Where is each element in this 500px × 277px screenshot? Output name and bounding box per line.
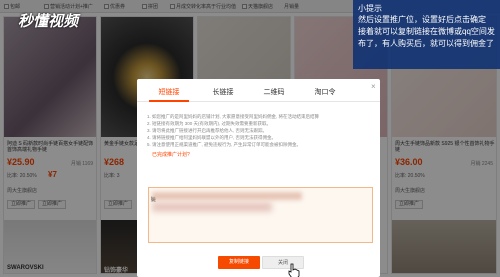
note-item: 1. 如您推广的是阿里妈妈的店铺计划, 大家愿意接受阿里妈妈佣金, 将在活动结束… (147, 114, 320, 119)
blurred-link-text (152, 192, 302, 200)
get-link-dialog: × 短链接 长链接 二维码 淘口令 1. 如您推广的是阿里妈妈的店铺计划, 大家… (137, 79, 380, 277)
tip-title: 小提示 (358, 4, 382, 13)
note-item: 2. 短链接有效期为 300 天(有效期内), 过期失效需要重新获取。 (147, 121, 272, 126)
link-textarea[interactable]: 链 (148, 187, 373, 243)
note-item: 3. 请勿将此推广链接进行开启再推荐给他人, 否则无法跟踪。 (147, 128, 268, 133)
hand-cursor-icon (288, 263, 300, 277)
tip-box: 小提示 然后设置推广位，设置好后点击确定 接着就可以复制链接在微博或qq空间发布… (353, 0, 500, 69)
note-item: 4. 请将链接推广给阿里妈妈联盟以外的用户, 否则无法获得佣金。 (147, 135, 277, 140)
tab-qr-code[interactable]: 二维码 (254, 87, 294, 97)
apply-plan-link[interactable]: 已完成推广计划? (152, 151, 190, 158)
tab-long-link[interactable]: 长链接 (203, 87, 243, 97)
note-item: 5. 请注意使用正规渠道推广, 避免违规行为, 产生异常订单可能会被扣除佣金。 (147, 142, 302, 147)
tip-body: 然后设置推广位，设置好后点击确定 接着就可以复制链接在微博或qq空间发布了，有人… (358, 15, 495, 48)
link-type-tabs: 短链接 长链接 二维码 淘口令 (137, 87, 380, 102)
copy-link-button[interactable]: 复制链接 (218, 256, 260, 269)
instruction-notes: 1. 如您推广的是阿里妈妈的店铺计划, 大家愿意接受阿里妈妈佣金, 将在活动结束… (147, 113, 372, 148)
tab-taobao-password[interactable]: 淘口令 (305, 87, 345, 97)
blurred-link-text (152, 202, 272, 212)
tab-short-link[interactable]: 短链接 (149, 87, 189, 102)
watermark-logo: 秒懂视频 (18, 12, 79, 30)
